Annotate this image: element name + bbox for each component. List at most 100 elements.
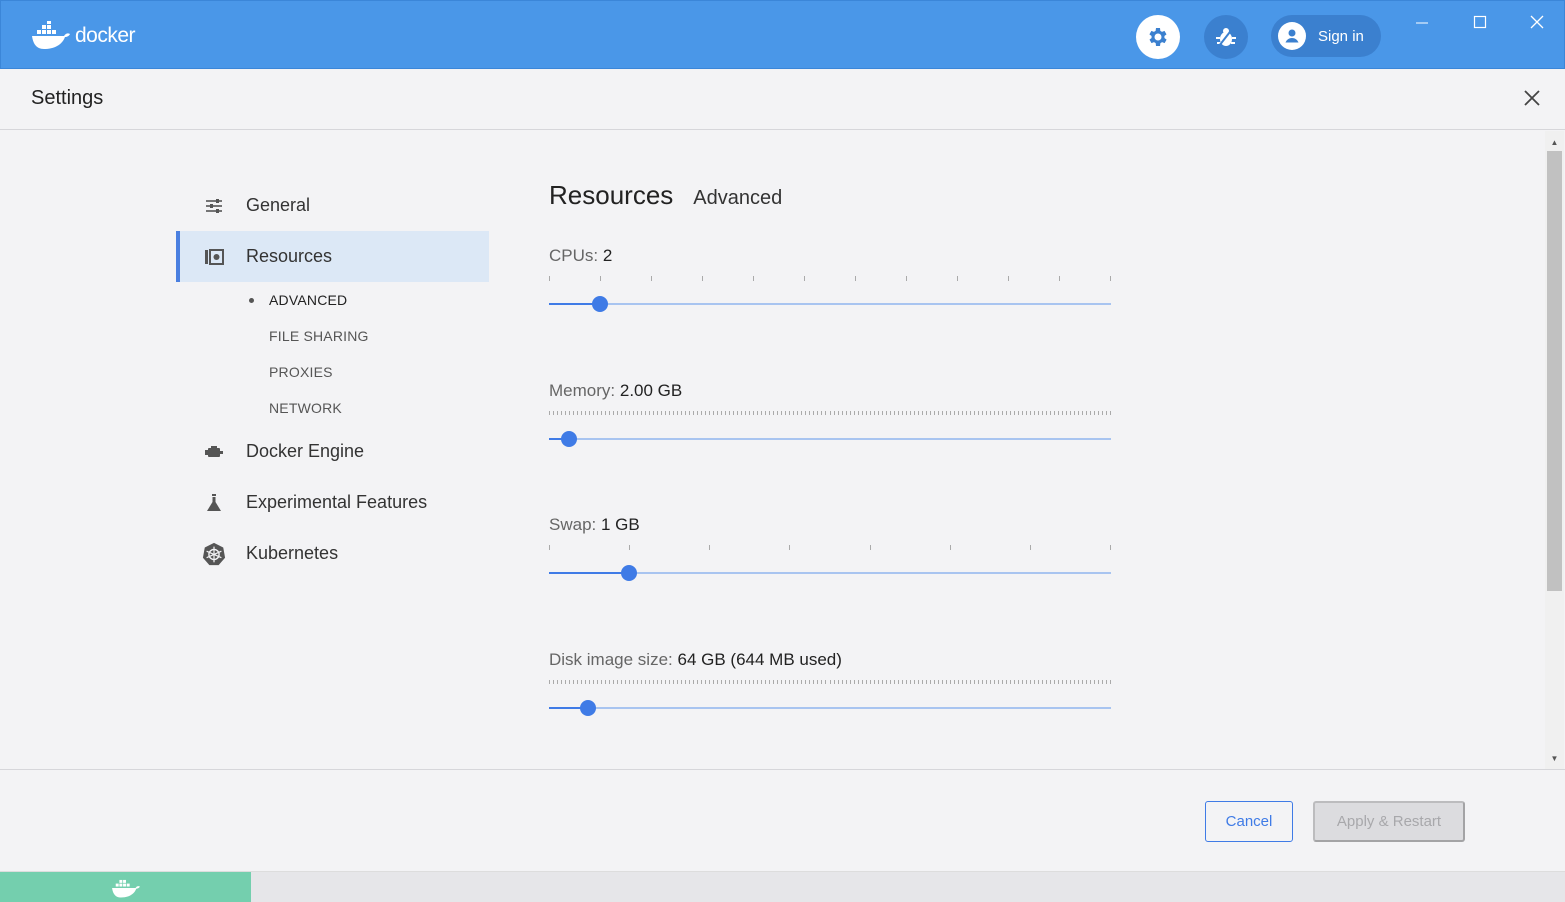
slider-tick bbox=[809, 680, 810, 684]
slider-tick bbox=[705, 411, 706, 415]
memory-slider-thumb[interactable] bbox=[561, 431, 577, 447]
disk-slider-thumb[interactable] bbox=[580, 700, 596, 716]
slider-tick bbox=[850, 411, 851, 415]
cpus-slider[interactable] bbox=[549, 303, 1111, 305]
slider-tick bbox=[846, 411, 847, 415]
whale-icon bbox=[111, 877, 141, 899]
slider-tick bbox=[882, 411, 883, 415]
slider-tick bbox=[874, 411, 875, 415]
sidebar-subitem-advanced[interactable]: ADVANCED bbox=[176, 282, 489, 318]
slider-tick bbox=[910, 411, 911, 415]
cpus-value: 2 bbox=[603, 246, 612, 265]
sidebar-item-experimental[interactable]: Experimental Features bbox=[176, 477, 489, 528]
sidebar-item-label: General bbox=[246, 195, 310, 216]
slider-tick bbox=[681, 680, 682, 684]
slider-tick bbox=[561, 411, 562, 415]
sidebar-item-docker-engine[interactable]: Docker Engine bbox=[176, 426, 489, 477]
slider-tick bbox=[862, 411, 863, 415]
slider-tick bbox=[838, 411, 839, 415]
troubleshoot-button[interactable] bbox=[1204, 15, 1248, 59]
settings-button[interactable] bbox=[1136, 15, 1180, 59]
slider-tick bbox=[804, 276, 805, 281]
slider-tick bbox=[600, 276, 601, 281]
slider-tick bbox=[1094, 411, 1095, 415]
slider-tick bbox=[1110, 411, 1111, 415]
slider-tick bbox=[870, 411, 871, 415]
slider-tick bbox=[609, 411, 610, 415]
sidebar-subitem-file-sharing[interactable]: FILE SHARING bbox=[176, 318, 489, 354]
scrollbar-thumb[interactable] bbox=[1547, 151, 1562, 591]
slider-tick bbox=[890, 680, 891, 684]
vertical-scrollbar[interactable]: ▲ ▼ bbox=[1545, 131, 1564, 769]
slider-tick bbox=[633, 411, 634, 415]
slider-tick bbox=[625, 680, 626, 684]
memory-value: 2.00 GB bbox=[620, 381, 682, 400]
slider-tick bbox=[713, 411, 714, 415]
slider-tick bbox=[785, 680, 786, 684]
minimize-icon bbox=[1415, 15, 1429, 29]
slider-tick bbox=[1014, 680, 1015, 684]
slider-tick bbox=[938, 680, 939, 684]
swap-slider-thumb[interactable] bbox=[621, 565, 637, 581]
memory-ticks bbox=[549, 411, 1111, 417]
slider-tick bbox=[1094, 680, 1095, 684]
maximize-button[interactable] bbox=[1465, 11, 1495, 33]
slider-tick bbox=[777, 411, 778, 415]
sidebar-item-general[interactable]: General bbox=[176, 180, 489, 231]
sign-in-button[interactable]: Sign in bbox=[1271, 15, 1381, 57]
slider-tick bbox=[757, 680, 758, 684]
slider-tick bbox=[549, 276, 550, 281]
slider-tick bbox=[597, 411, 598, 415]
slider-tick bbox=[717, 411, 718, 415]
slider-tick bbox=[926, 680, 927, 684]
slider-tick bbox=[657, 411, 658, 415]
settings-close-button[interactable] bbox=[1519, 85, 1545, 111]
slider-tick bbox=[601, 680, 602, 684]
slider-tick bbox=[998, 411, 999, 415]
whale-icon bbox=[31, 21, 71, 51]
slider-tick bbox=[821, 411, 822, 415]
slider-tick bbox=[785, 411, 786, 415]
slider-tick bbox=[661, 680, 662, 684]
sidebar-subitem-network[interactable]: NETWORK bbox=[176, 390, 489, 426]
slider-tick bbox=[641, 680, 642, 684]
sidebar-subitem-proxies[interactable]: PROXIES bbox=[176, 354, 489, 390]
slider-tick bbox=[1018, 411, 1019, 415]
scroll-up-arrow-icon[interactable]: ▲ bbox=[1545, 133, 1564, 151]
slider-tick bbox=[894, 411, 895, 415]
engine-status-indicator[interactable] bbox=[0, 872, 251, 902]
slider-tick bbox=[966, 680, 967, 684]
slider-tick bbox=[641, 411, 642, 415]
slider-tick bbox=[1059, 276, 1060, 281]
slider-tick bbox=[1066, 680, 1067, 684]
slider-tick bbox=[918, 680, 919, 684]
settings-footer: Cancel Apply & Restart bbox=[0, 769, 1565, 871]
memory-slider[interactable] bbox=[549, 438, 1111, 440]
minimize-button[interactable] bbox=[1407, 11, 1437, 33]
slider-tick bbox=[838, 680, 839, 684]
slider-tick bbox=[958, 411, 959, 415]
slider-tick bbox=[978, 680, 979, 684]
slider-tick bbox=[1098, 680, 1099, 684]
swap-slider[interactable] bbox=[549, 572, 1111, 574]
slider-tick bbox=[990, 411, 991, 415]
scroll-down-arrow-icon[interactable]: ▼ bbox=[1545, 749, 1564, 767]
sidebar-subitem-label: NETWORK bbox=[269, 400, 342, 416]
sidebar-item-resources[interactable]: Resources bbox=[176, 231, 489, 282]
slider-tick bbox=[1042, 680, 1043, 684]
slider-tick bbox=[589, 411, 590, 415]
close-window-button[interactable] bbox=[1522, 11, 1552, 33]
slider-tick bbox=[729, 411, 730, 415]
sidebar-item-kubernetes[interactable]: Kubernetes bbox=[176, 528, 489, 579]
slider-tick bbox=[669, 411, 670, 415]
slider-tick bbox=[753, 411, 754, 415]
disk-slider[interactable] bbox=[549, 707, 1111, 709]
slider-tick bbox=[1062, 680, 1063, 684]
cancel-button[interactable]: Cancel bbox=[1205, 801, 1293, 842]
status-bar bbox=[0, 871, 1565, 902]
cpus-slider-thumb[interactable] bbox=[592, 296, 608, 312]
apply-restart-button[interactable]: Apply & Restart bbox=[1313, 801, 1465, 842]
slider-tick bbox=[1102, 411, 1103, 415]
slider-tick bbox=[1074, 411, 1075, 415]
slider-tick bbox=[994, 680, 995, 684]
